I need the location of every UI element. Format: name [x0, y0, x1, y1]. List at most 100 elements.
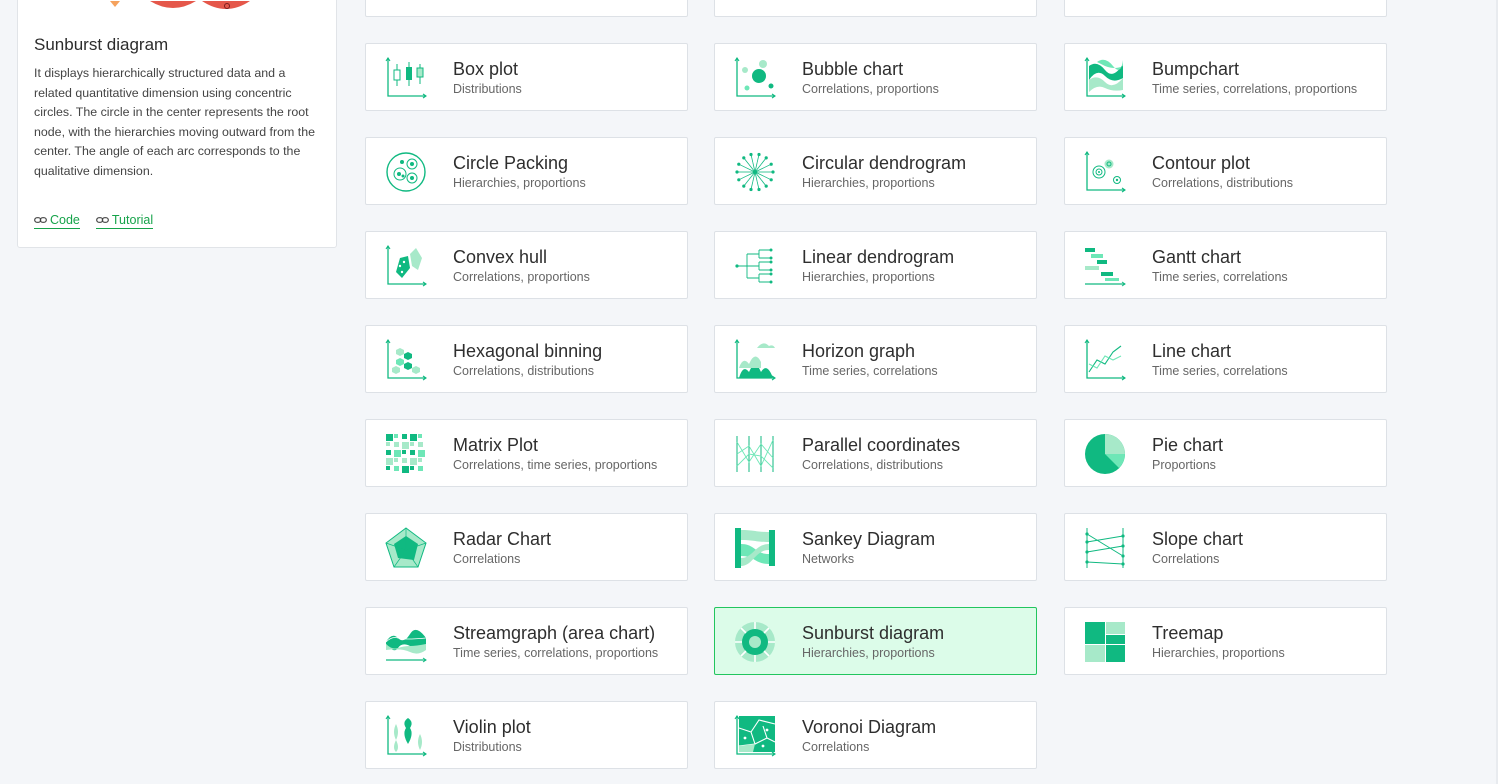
card-title: Sunburst diagram — [802, 623, 945, 643]
card-subtitle: Correlations, proportions — [453, 270, 590, 284]
card-subtitle: Time series, correlations — [1152, 270, 1288, 284]
chart-card-bubble-chart[interactable]: Bubble chart Correlations, proportions — [714, 43, 1037, 111]
card-subtitle: Time series, correlations — [802, 364, 938, 378]
linear-dendrogram-icon — [733, 244, 777, 288]
card-subtitle: Correlations, time series, proportions — [453, 458, 658, 472]
sunburst-diagram-icon — [733, 620, 777, 664]
link-icon — [34, 217, 47, 223]
card-title: Slope chart — [1152, 529, 1244, 549]
card-subtitle: Time series, correlations, proportions — [1152, 82, 1358, 96]
chart-card-box-plot[interactable]: Box plot Distributions — [365, 43, 688, 111]
card-title: Sankey Diagram — [802, 529, 936, 549]
card-subtitle: Time series, correlations, proportions — [453, 646, 659, 660]
sunburst-preview-image — [110, 1, 250, 9]
horizon-graph-icon — [733, 338, 777, 382]
box-plot-icon — [384, 56, 428, 100]
card-subtitle: Correlations, proportions — [802, 82, 939, 96]
code-link[interactable]: Code — [34, 213, 80, 229]
card-title: Parallel coordinates — [802, 435, 961, 455]
convex-hull-icon — [384, 244, 428, 288]
chart-card-line-chart[interactable]: Line chart Time series, correlations — [1064, 325, 1387, 393]
card-subtitle: Time series, correlations — [1152, 364, 1288, 378]
chart-card-bumpchart[interactable]: Bumpchart Time series, correlations, prop… — [1064, 43, 1387, 111]
detail-links: Code Tutorial — [34, 213, 154, 229]
tutorial-link-label: Tutorial — [111, 213, 154, 227]
card-partial[interactable] — [365, 0, 688, 17]
card-title: Voronoi Diagram — [802, 717, 937, 737]
card-title: Matrix Plot — [453, 435, 539, 455]
card-title: Bubble chart — [802, 59, 904, 79]
card-title: Pie chart — [1152, 435, 1224, 455]
card-title: Linear dendrogram — [802, 247, 955, 267]
pie-chart-icon — [1083, 432, 1127, 476]
streamgraph-icon — [384, 620, 428, 664]
treemap-icon — [1083, 620, 1127, 664]
chart-card-slope-chart[interactable]: Slope chart Correlations — [1064, 513, 1387, 581]
card-title: Hexagonal binning — [453, 341, 603, 361]
chart-card-parallel-coordinates[interactable]: Parallel coordinates Correlations, distri… — [714, 419, 1037, 487]
card-title: Streamgraph (area chart) — [453, 623, 656, 643]
card-partial[interactable] — [714, 0, 1037, 17]
card-title: Box plot — [453, 59, 519, 79]
chart-card-gantt-chart[interactable]: Gantt chart Time series, correlations — [1064, 231, 1387, 299]
card-subtitle: Correlations, distributions — [453, 364, 595, 378]
chart-card-voronoi-diagram[interactable]: Voronoi Diagram Correlations — [714, 701, 1037, 769]
card-title: Circular dendrogram — [802, 153, 967, 173]
tutorial-link[interactable]: Tutorial — [95, 213, 154, 229]
chart-card-sankey-diagram[interactable]: Sankey Diagram Networks — [714, 513, 1037, 581]
chart-card-matrix-plot[interactable]: Matrix Plot Correlations, time series, pr… — [365, 419, 688, 487]
circle-packing-icon — [384, 150, 428, 194]
bumpchart-icon — [1083, 56, 1127, 100]
link-icon — [95, 217, 109, 223]
chart-card-contour-plot[interactable]: Contour plot Correlations, distributions — [1064, 137, 1387, 205]
chart-card-streamgraph-area-chart[interactable]: Streamgraph (area chart) Time series, cor… — [365, 607, 688, 675]
detail-panel: Sunburst diagram It displays hierarchica… — [17, 0, 337, 248]
chart-card-treemap[interactable]: Treemap Hierarchies, proportions — [1064, 607, 1387, 675]
radar-chart-icon — [384, 526, 428, 570]
card-title: Contour plot — [1152, 153, 1251, 173]
line-chart-icon — [1083, 338, 1127, 382]
card-subtitle: Proportions — [1152, 458, 1216, 472]
chart-card-sunburst-diagram[interactable]: Sunburst diagram Hierarchies, proportions — [714, 607, 1037, 675]
bubble-chart-icon — [733, 56, 777, 100]
card-subtitle: Correlations — [802, 740, 870, 754]
hexagonal-binning-icon — [384, 338, 428, 382]
card-subtitle: Correlations — [1152, 552, 1220, 566]
card-subtitle: Hierarchies, proportions — [802, 646, 935, 660]
card-subtitle: Hierarchies, proportions — [802, 270, 935, 284]
chart-card-violin-plot[interactable]: Violin plot Distributions — [365, 701, 688, 769]
circular-dendrogram-icon — [733, 150, 777, 194]
card-title: Gantt chart — [1152, 247, 1242, 267]
card-title: Radar Chart — [453, 529, 552, 549]
card-subtitle: Distributions — [453, 740, 522, 754]
chart-card-convex-hull[interactable]: Convex hull Correlations, proportions — [365, 231, 688, 299]
card-title: Horizon graph — [802, 341, 916, 361]
detail-description: It displays hierarchically structured da… — [34, 66, 315, 178]
card-title: Bumpchart — [1152, 59, 1240, 79]
card-title: Convex hull — [453, 247, 548, 267]
card-title: Treemap — [1152, 623, 1224, 643]
card-title: Circle Packing — [453, 153, 569, 173]
card-subtitle: Correlations, distributions — [1152, 176, 1294, 190]
chart-card-radar-chart[interactable]: Radar Chart Correlations — [365, 513, 688, 581]
card-partial[interactable] — [1064, 0, 1387, 17]
card-subtitle: Correlations, distributions — [802, 458, 944, 472]
card-subtitle: Distributions — [453, 82, 522, 96]
card-subtitle: Correlations — [453, 552, 521, 566]
code-link-label: Code — [50, 213, 80, 227]
chart-card-circle-packing[interactable]: Circle Packing Hierarchies, proportions — [365, 137, 688, 205]
card-subtitle: Hierarchies, proportions — [802, 176, 935, 190]
contour-plot-icon — [1083, 150, 1127, 194]
chart-card-circular-dendrogram[interactable]: Circular dendrogram Hierarchies, proporti… — [714, 137, 1037, 205]
chart-card-pie-chart[interactable]: Pie chart Proportions — [1064, 419, 1387, 487]
sankey-diagram-icon — [733, 526, 777, 570]
chart-card-hexagonal-binning[interactable]: Hexagonal binning Correlations, distribut… — [365, 325, 688, 393]
violin-plot-icon — [384, 714, 428, 758]
voronoi-diagram-icon — [733, 714, 777, 758]
chart-card-linear-dendrogram[interactable]: Linear dendrogram Hierarchies, proportion… — [714, 231, 1037, 299]
parallel-coordinates-icon — [733, 432, 777, 476]
card-subtitle: Networks — [802, 552, 855, 566]
card-subtitle: Hierarchies, proportions — [1152, 646, 1285, 660]
chart-card-horizon-graph[interactable]: Horizon graph Time series, correlations — [714, 325, 1037, 393]
matrix-plot-icon — [384, 432, 428, 476]
